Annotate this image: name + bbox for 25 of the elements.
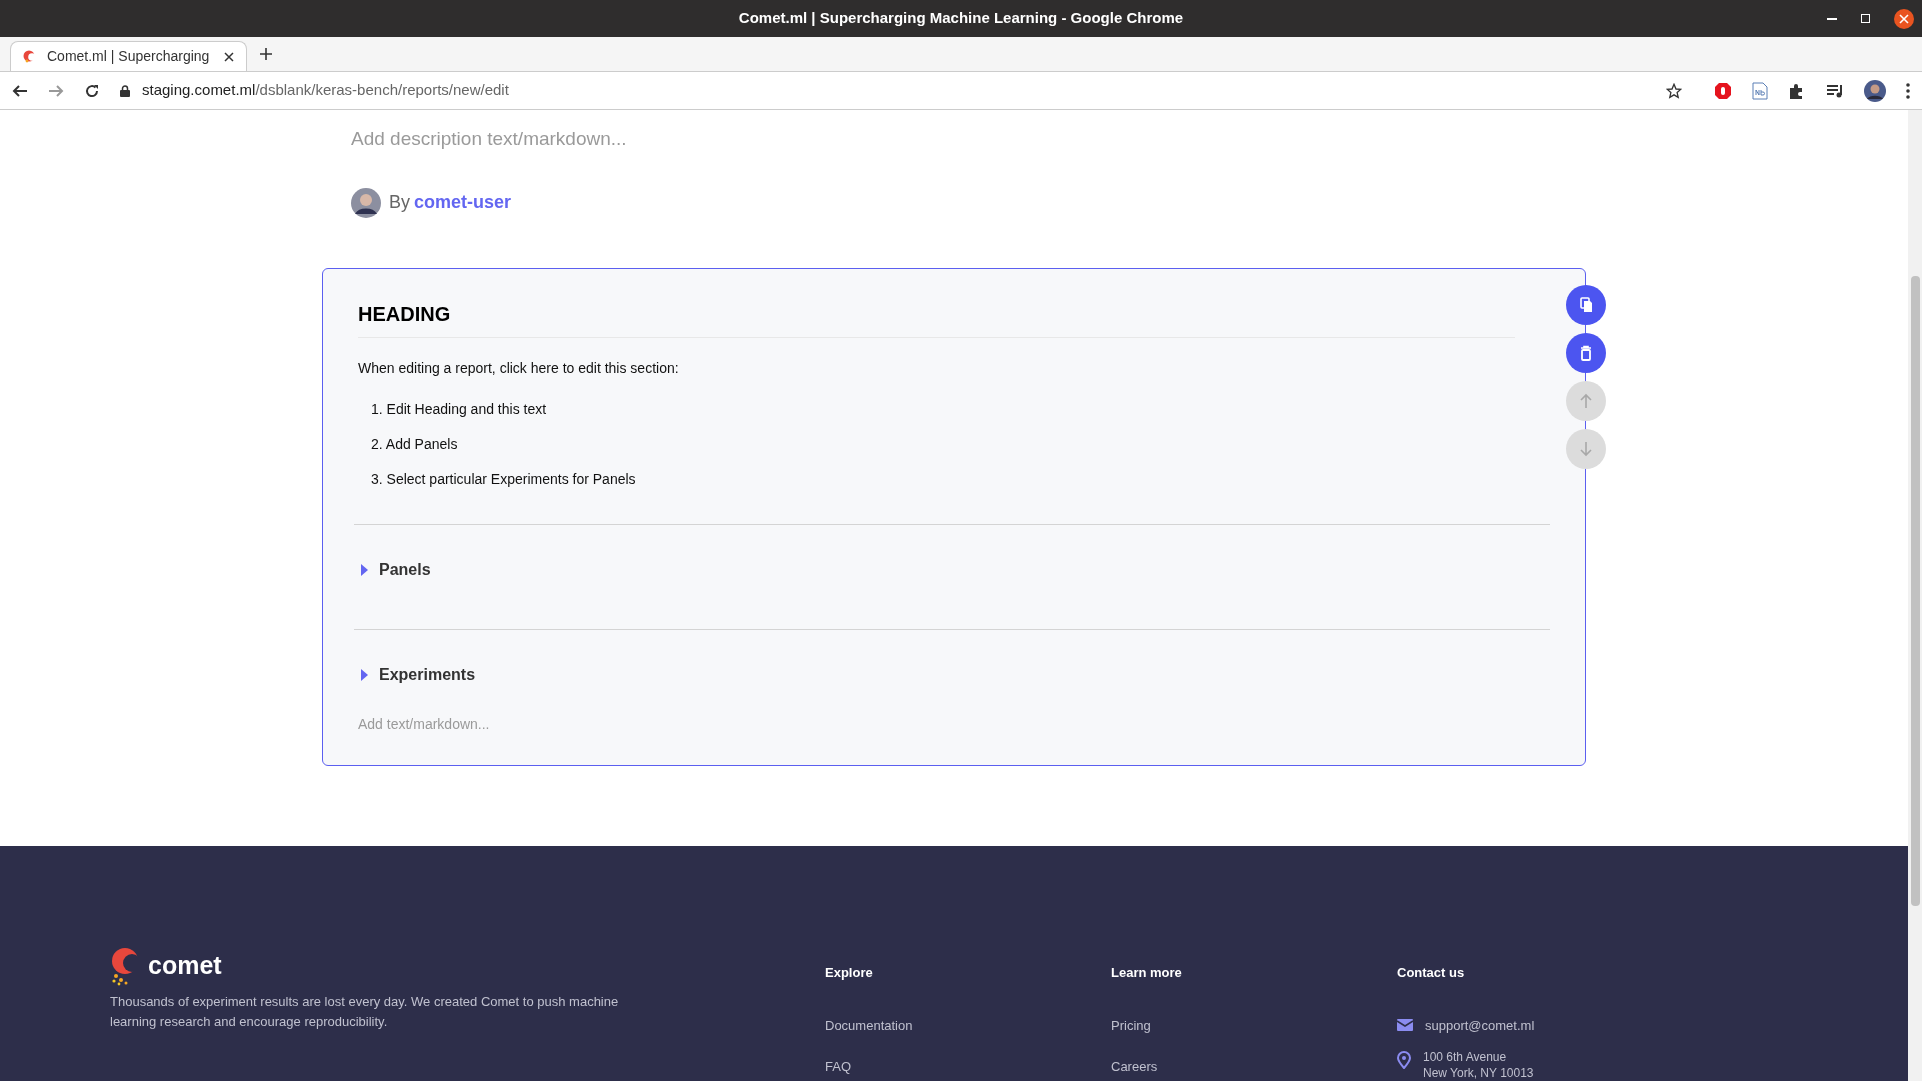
list-item: 3. Select particular Experiments for Panels bbox=[371, 470, 637, 489]
footer-link[interactable]: Documentation bbox=[825, 1015, 1111, 1035]
footer-blurb: Thousands of experiment results are lost every day. We created Comet to push machine learning research and encourage reproducibility. bbox=[110, 993, 620, 1031]
section-text: When editing a report, click here to edit this section: bbox=[358, 359, 680, 378]
window-title: Comet.ml | Supercharging Machine Learning - Google Chrome bbox=[738, 8, 1184, 29]
list-item: 1. Edit Heading and this text bbox=[371, 400, 548, 419]
collapsible-header[interactable]: Panels bbox=[361, 558, 431, 582]
column-title: Explore bbox=[825, 964, 874, 982]
column-title: Learn more bbox=[1111, 964, 1183, 982]
address-line: 100 6th Avenue bbox=[1423, 1049, 1508, 1065]
brand-name: comet bbox=[148, 950, 222, 982]
byline-text: By bbox=[389, 191, 410, 214]
browser-tab[interactable]: Comet.ml | Supercharging bbox=[10, 41, 247, 71]
footer-link[interactable]: Careers bbox=[1111, 1057, 1397, 1077]
collapsible-header[interactable]: Experiments bbox=[361, 663, 476, 687]
address-line: New York, NY 10013 bbox=[1423, 1065, 1534, 1081]
section-card[interactable]: HEADING When editing a report, click here to edit this section: 1. Edit Heading and this text 2. Add Panels 3. Select particular Experiments for Panels Panels Experiments Add text/markdown... bbox=[322, 268, 1586, 766]
url-text: staging.comet.ml/dsblank/keras-bench/reports/new/edit bbox=[142, 80, 509, 101]
footer-link[interactable]: FAQ bbox=[825, 1057, 1111, 1077]
section-heading: HEADING bbox=[358, 299, 1515, 338]
footer-link[interactable]: Pricing bbox=[1111, 1015, 1397, 1035]
list-item: 2. Add Panels bbox=[371, 435, 459, 454]
author-link[interactable]: comet-user bbox=[414, 189, 512, 216]
email-link[interactable]: support@comet.ml bbox=[1425, 1015, 1535, 1035]
column-title: Contact us bbox=[1397, 964, 1466, 982]
